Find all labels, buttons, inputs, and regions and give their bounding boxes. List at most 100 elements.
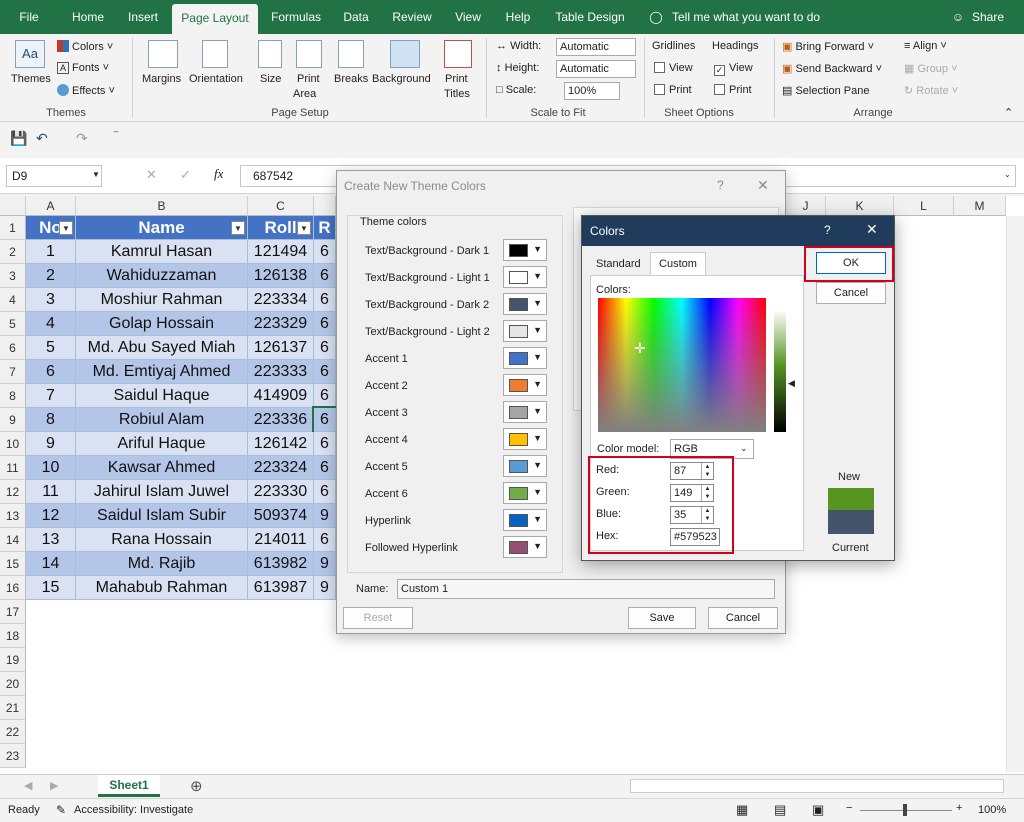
table-cell[interactable]: 223330 [248, 480, 314, 504]
table-cell[interactable]: Md. Abu Sayed Miah [76, 336, 248, 360]
tell-me-box[interactable]: Tell me what you want to do [672, 0, 832, 34]
next-sheet-icon[interactable]: ▶ [50, 779, 58, 792]
name-box[interactable]: D9 [6, 165, 102, 187]
size-icon[interactable] [258, 40, 282, 68]
table-cell[interactable]: 6 [314, 528, 336, 552]
row-header[interactable]: 18 [0, 624, 26, 648]
table-cell[interactable]: 7 [26, 384, 76, 408]
table-cell[interactable]: 9 [314, 576, 336, 600]
rotate-button[interactable]: ↻ Rotate ˅ [904, 84, 958, 97]
table-cell[interactable]: 126138 [248, 264, 314, 288]
row-header[interactable]: 13 [0, 504, 26, 528]
sheet-tab-sheet1[interactable]: Sheet1 [98, 775, 160, 797]
orientation-button[interactable]: Orientation [189, 73, 243, 85]
theme-color-picker[interactable]: ▼ [503, 347, 547, 369]
column-header-m[interactable]: M [954, 196, 1006, 216]
dropdown-arrow-icon[interactable]: ▼ [533, 298, 542, 308]
theme-color-picker[interactable]: ▼ [503, 482, 547, 504]
table-header-cell[interactable]: R [314, 216, 336, 240]
table-cell[interactable]: 3 [26, 288, 76, 312]
table-cell[interactable]: 1 [26, 240, 76, 264]
cancel-entry-icon[interactable]: ✕ [146, 167, 157, 183]
column-header-d[interactable] [314, 196, 336, 216]
prev-sheet-icon[interactable]: ◀ [24, 779, 32, 792]
reset-button[interactable]: Reset [343, 607, 413, 629]
table-cell[interactable]: 12 [26, 504, 76, 528]
filter-dropdown-icon[interactable]: ▼ [231, 221, 245, 235]
crosshair-icon[interactable]: ✛ [634, 340, 646, 357]
table-cell[interactable]: 6 [312, 406, 338, 434]
table-cell[interactable]: Kawsar Ahmed [76, 456, 248, 480]
row-header[interactable]: 6 [0, 336, 26, 360]
dropdown-arrow-icon[interactable]: ▼ [533, 325, 542, 335]
group-button[interactable]: ▦ Group ˅ [904, 62, 958, 75]
save-button[interactable]: Save [628, 607, 696, 629]
accessibility-status[interactable]: Accessibility: Investigate [74, 804, 193, 816]
headings-print-checkbox[interactable]: Print [714, 84, 752, 96]
zoom-level[interactable]: 100% [978, 804, 1006, 816]
table-cell[interactable]: Kamrul Hasan [76, 240, 248, 264]
row-header[interactable]: 14 [0, 528, 26, 552]
tab-help[interactable]: Help [498, 0, 538, 34]
table-cell[interactable]: 13 [26, 528, 76, 552]
dropdown-arrow-icon[interactable]: ▼ [533, 541, 542, 551]
column-header-l[interactable]: L [894, 196, 954, 216]
table-cell[interactable]: 6 [314, 432, 336, 456]
confirm-entry-icon[interactable]: ✓ [180, 167, 191, 183]
insert-function-icon[interactable]: fx [214, 166, 223, 182]
orientation-icon[interactable] [202, 40, 228, 68]
theme-color-picker[interactable]: ▼ [503, 455, 547, 477]
theme-name-input[interactable]: Custom 1 [397, 579, 775, 599]
share-button[interactable]: Share [968, 0, 1008, 34]
vertical-scrollbar[interactable] [1006, 216, 1024, 772]
luminance-pointer-icon[interactable]: ◀ [788, 378, 795, 389]
table-cell[interactable]: Mahabub Rahman [76, 576, 248, 600]
print-area-line1[interactable]: Print [297, 73, 320, 85]
row-header[interactable]: 2 [0, 240, 26, 264]
close-icon[interactable]: ✕ [757, 177, 769, 194]
theme-color-picker[interactable]: ▼ [503, 266, 547, 288]
help-icon[interactable]: ? [717, 178, 724, 192]
table-cell[interactable]: 6 [314, 384, 336, 408]
table-cell[interactable]: 6 [314, 480, 336, 504]
column-header-j[interactable]: J [786, 196, 826, 216]
theme-color-picker[interactable]: ▼ [503, 536, 547, 558]
table-cell[interactable]: Md. Emtiyaj Ahmed [76, 360, 248, 384]
cancel-button[interactable]: Cancel [816, 282, 886, 304]
dropdown-arrow-icon[interactable]: ▼ [533, 379, 542, 389]
dropdown-arrow-icon[interactable]: ▼ [533, 352, 542, 362]
filter-dropdown-icon[interactable]: ▼ [297, 221, 311, 235]
headings-view-checkbox[interactable]: ✓ View [714, 62, 753, 76]
theme-color-picker[interactable]: ▼ [503, 239, 547, 261]
send-backward-button[interactable]: ▣ Send Backward ˅ [782, 62, 882, 75]
row-header[interactable]: 1 [0, 216, 26, 240]
zoom-slider-thumb[interactable] [903, 804, 907, 816]
table-cell[interactable]: Wahiduzzaman [76, 264, 248, 288]
column-header-k[interactable]: K [826, 196, 894, 216]
row-header[interactable]: 7 [0, 360, 26, 384]
table-cell[interactable]: 4 [26, 312, 76, 336]
redo-icon[interactable]: ↷ [76, 130, 88, 147]
gridlines-view-checkbox[interactable]: View [654, 62, 693, 74]
height-select[interactable]: Automatic [556, 60, 636, 78]
scale-spinner[interactable]: 100% [564, 82, 620, 100]
horizontal-scrollbar[interactable] [630, 779, 1004, 793]
colors-button[interactable]: Colors ˅ [57, 40, 113, 53]
row-header[interactable]: 10 [0, 432, 26, 456]
table-cell[interactable]: Robiul Alam [76, 408, 248, 432]
table-cell[interactable]: 14 [26, 552, 76, 576]
table-cell[interactable]: 509374 [248, 504, 314, 528]
expand-formula-icon[interactable]: ⌄ [1004, 170, 1011, 179]
zoom-out-icon[interactable]: − [846, 802, 852, 814]
table-header-cell[interactable]: Roll ▼ [248, 216, 314, 240]
dropdown-arrow-icon[interactable]: ▼ [533, 514, 542, 524]
cancel-button[interactable]: Cancel [708, 607, 778, 629]
print-titles-icon[interactable] [444, 40, 472, 68]
table-cell[interactable]: 223329 [248, 312, 314, 336]
bring-forward-button[interactable]: ▣ Bring Forward ˅ [782, 40, 874, 53]
dropdown-arrow-icon[interactable]: ▼ [533, 433, 542, 443]
dropdown-arrow-icon[interactable]: ▼ [533, 406, 542, 416]
size-button[interactable]: Size [260, 73, 281, 85]
save-icon[interactable]: 💾 [10, 130, 27, 147]
theme-color-picker[interactable]: ▼ [503, 293, 547, 315]
